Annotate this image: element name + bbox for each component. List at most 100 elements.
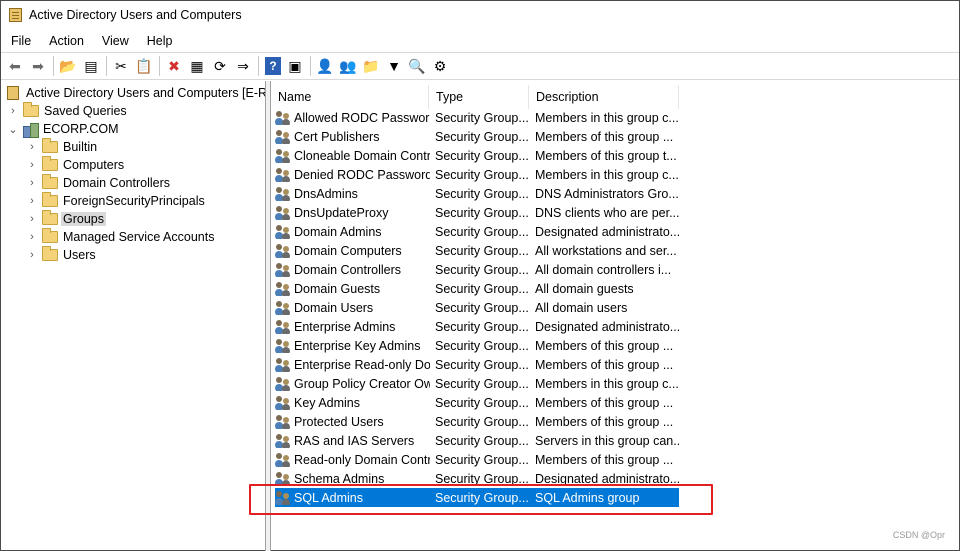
column-header-description[interactable]: Description <box>529 85 679 109</box>
action-pane-icon[interactable]: ▣ <box>284 55 306 77</box>
chevron-right-icon[interactable]: › <box>26 213 38 225</box>
folder-icon <box>42 138 58 153</box>
show-console-tree-icon[interactable]: ▤ <box>80 55 102 77</box>
cell-name: Enterprise Admins <box>275 319 431 334</box>
list-item[interactable]: Protected Users Security Group... Members … <box>275 412 679 431</box>
back-arrow-icon[interactable]: ⬅ <box>4 55 26 77</box>
group-type: Security Group... <box>435 281 529 296</box>
tree-label: Users <box>63 248 96 262</box>
list-item[interactable]: DnsAdmins Security Group... DNS Administra… <box>275 184 679 203</box>
copy-icon[interactable]: 📋 <box>133 55 155 77</box>
cell-name: DnsAdmins <box>275 186 431 201</box>
new-ou-icon[interactable]: 📁 <box>360 55 382 77</box>
security-group-icon <box>275 433 291 448</box>
group-description: DNS clients who are per... <box>535 205 679 220</box>
group-name: Domain Guests <box>294 281 381 296</box>
list-item[interactable]: RAS and IAS Servers Security Group... Serv… <box>275 431 679 450</box>
help-icon[interactable]: ? <box>265 57 281 75</box>
console-tree: Active Directory Users and Computers [E-… <box>1 81 265 550</box>
menu-view[interactable]: View <box>100 33 131 49</box>
tree-item-users[interactable]: › Users <box>26 246 96 264</box>
window-title: Active Directory Users and Computers <box>29 8 242 22</box>
tree-item-domain[interactable]: ⌄ ECORP.COM <box>7 120 118 138</box>
chevron-right-icon[interactable]: › <box>26 195 38 207</box>
group-type: Security Group... <box>435 319 529 334</box>
list-item[interactable]: Enterprise Key Admins Security Group... Me… <box>275 336 679 355</box>
tree-label: Builtin <box>63 140 98 154</box>
tree-item-foreignsecurityprincipals[interactable]: › ForeignSecurityPrincipals <box>26 192 205 210</box>
tree-item-computers[interactable]: › Computers <box>26 156 124 174</box>
security-group-icon <box>275 243 291 258</box>
security-group-icon <box>275 338 291 353</box>
properties-icon[interactable]: ▦ <box>186 55 208 77</box>
cell-name: Read-only Domain Controllers <box>275 452 431 467</box>
list-item[interactable]: Cloneable Domain Controllers Security Gro… <box>275 146 679 165</box>
group-type: Security Group... <box>435 262 529 277</box>
list-item[interactable]: Domain Guests Security Group... All domain… <box>275 279 679 298</box>
list-item[interactable]: DnsUpdateProxy Security Group... DNS clien… <box>275 203 679 222</box>
toolbar-separator <box>310 56 311 76</box>
forward-arrow-icon[interactable]: ➡ <box>27 55 49 77</box>
list-item[interactable]: Allowed RODC Password Replication Group S… <box>275 108 679 127</box>
delete-icon[interactable]: ✖ <box>163 55 185 77</box>
toolbar: ⬅ ➡ 📂 ▤ ✂ 📋 ✖ ▦ ⟳ ⇒? ▣ 👤 👥 📁 ▼ 🔍 ⚙ <box>1 52 959 80</box>
tree-label: ECORP.COM <box>43 122 119 136</box>
chevron-right-icon[interactable]: › <box>7 105 19 117</box>
chevron-right-icon[interactable]: › <box>26 141 38 153</box>
chevron-right-icon[interactable]: › <box>26 159 38 171</box>
menu-help[interactable]: Help <box>145 33 175 49</box>
list-item[interactable]: Cert Publishers Security Group... Members … <box>275 127 679 146</box>
cell-name: Cloneable Domain Controllers <box>275 148 431 163</box>
new-group-icon[interactable]: 👥 <box>337 55 359 77</box>
column-header-name[interactable]: Name <box>271 85 429 109</box>
cell-name: Allowed RODC Password Replication Group <box>275 110 431 125</box>
list-item[interactable]: Enterprise Admins Security Group... Design… <box>275 317 679 336</box>
filter-icon[interactable]: ▼ <box>383 55 405 77</box>
menu-action[interactable]: Action <box>47 33 86 49</box>
new-user-icon[interactable]: 👤 <box>314 55 336 77</box>
cell-name: Domain Admins <box>275 224 431 239</box>
chevron-right-icon[interactable]: › <box>26 249 38 261</box>
chevron-right-icon[interactable]: › <box>26 231 38 243</box>
tree-item-saved-queries[interactable]: › Saved Queries <box>7 102 127 120</box>
chevron-right-icon[interactable]: › <box>26 177 38 189</box>
list-item[interactable]: Domain Admins Security Group... Designated… <box>275 222 679 241</box>
tree-item-domain-controllers[interactable]: › Domain Controllers <box>26 174 170 192</box>
chevron-down-icon[interactable]: ⌄ <box>7 123 19 136</box>
security-group-icon <box>275 167 291 182</box>
tree-item-managed-service-accounts[interactable]: › Managed Service Accounts <box>26 228 214 246</box>
list-item[interactable]: Group Policy Creator Owners Security Grou… <box>275 374 679 393</box>
group-name: Cloneable Domain Controllers <box>294 148 430 163</box>
group-name: Denied RODC Password Replication Group <box>294 167 430 182</box>
menu-file[interactable]: File <box>9 33 33 49</box>
cut-icon[interactable]: ✂ <box>110 55 132 77</box>
find-icon[interactable]: 🔍 <box>406 55 428 77</box>
list-item[interactable]: Read-only Domain Controllers Security Gro… <box>275 450 679 469</box>
group-type: Security Group... <box>435 243 529 258</box>
group-type: Security Group... <box>435 433 529 448</box>
add-to-group-icon[interactable]: ⚙ <box>429 55 451 77</box>
tree-label: Domain Controllers <box>63 176 170 190</box>
tree-item-builtin[interactable]: › Builtin <box>26 138 97 156</box>
group-description: Members in this group c... <box>535 376 679 391</box>
up-folder-icon[interactable]: 📂 <box>57 55 79 77</box>
export-list-icon[interactable]: ⇒ <box>232 55 254 77</box>
refresh-icon[interactable]: ⟳ <box>209 55 231 77</box>
list-item[interactable]: Denied RODC Password Replication Group Se… <box>275 165 679 184</box>
tree-root[interactable]: Active Directory Users and Computers [E-… <box>7 84 265 102</box>
list-item[interactable]: Enterprise Read-only Domain Controllers S… <box>275 355 679 374</box>
list-item[interactable]: Domain Users Security Group... All domain … <box>275 298 679 317</box>
group-name: Domain Users <box>294 300 374 315</box>
list-item[interactable]: Domain Controllers Security Group... All d… <box>275 260 679 279</box>
list-item[interactable]: Domain Computers Security Group... All wor… <box>275 241 679 260</box>
security-group-icon <box>275 319 291 334</box>
group-description: DNS Administrators Gro... <box>535 186 679 201</box>
list-item[interactable]: Key Admins Security Group... Members of th… <box>275 393 679 412</box>
column-header-type[interactable]: Type <box>429 85 529 109</box>
cell-name: Domain Controllers <box>275 262 431 277</box>
group-description: Members of this group ... <box>535 129 674 144</box>
group-name: Key Admins <box>294 395 361 410</box>
tree-item-groups[interactable]: › Groups <box>26 210 106 228</box>
security-group-icon <box>275 129 291 144</box>
group-type: Security Group... <box>435 357 529 372</box>
